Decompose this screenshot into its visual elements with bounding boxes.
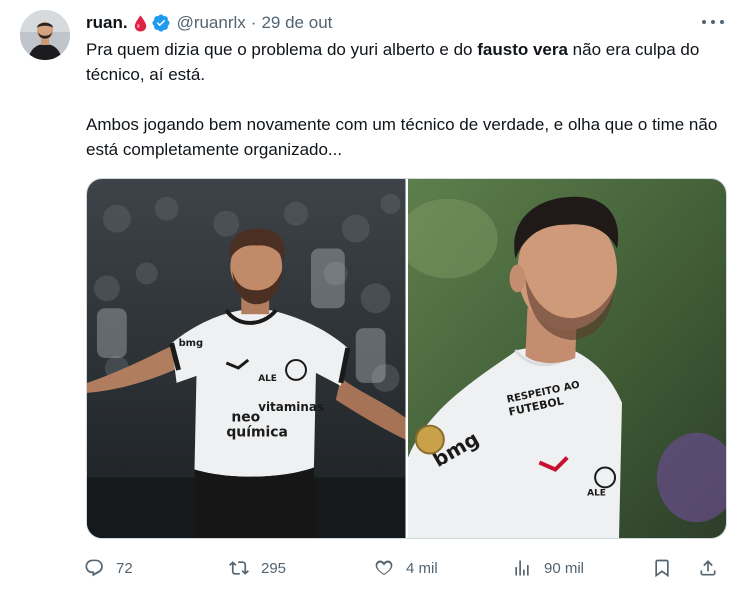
share-button[interactable]	[698, 558, 718, 578]
reply-count: 72	[116, 559, 133, 577]
tweet-paragraph-2: Ambos jogando bem novamente com um técni…	[86, 115, 718, 159]
verified-icon[interactable]	[151, 13, 171, 33]
retweet-icon	[229, 561, 249, 575]
views-button[interactable]: 90 mil	[512, 558, 652, 578]
shirt-sponsor-3: química	[226, 425, 288, 441]
shirt-sponsor-2: neo	[231, 410, 260, 426]
more-icon[interactable]	[702, 14, 724, 30]
views-icon	[515, 560, 529, 576]
tweet-text: Pra quem dizia que o problema do yuri al…	[86, 37, 726, 162]
tweet: ruan. @ruanrlx · 29 de out Pra quem dizi…	[0, 0, 742, 590]
bookmark-icon	[655, 559, 669, 578]
text-bold: fausto vera	[477, 40, 568, 59]
bookmark-button[interactable]	[652, 558, 698, 578]
like-button[interactable]: 4 mil	[374, 558, 512, 578]
retweet-button[interactable]: 295	[229, 558, 374, 578]
tweet-header: ruan. @ruanrlx · 29 de out	[86, 11, 646, 35]
tweet-paragraph-1: Pra quem dizia que o problema do yuri al…	[86, 37, 726, 87]
blood-drop-icon	[134, 15, 147, 32]
separator-dot: ·	[250, 13, 257, 32]
views-count: 90 mil	[544, 559, 585, 577]
shirt-sponsor-1: vitaminas	[258, 400, 324, 414]
share-icon	[700, 560, 716, 576]
text-part: Pra quem dizia que o problema do yuri al…	[86, 40, 478, 59]
retweet-count: 295	[261, 559, 287, 577]
author-name[interactable]: ruan.	[86, 13, 128, 33]
photo-right[interactable]: RESPEITO AO FUTEBOL bmg ALE	[407, 179, 726, 538]
like-count: 4 mil	[406, 559, 438, 577]
photo-left[interactable]: vitaminas neo química bmg ALE	[87, 179, 406, 538]
avatar[interactable]	[20, 10, 70, 60]
reply-icon	[85, 559, 103, 577]
chest-logo: ALE	[587, 488, 606, 498]
reply-button[interactable]: 72	[84, 558, 229, 578]
tweet-date[interactable]: 29 de out	[261, 13, 332, 33]
author-handle[interactable]: @ruanrlx	[177, 13, 246, 33]
tweet-media: vitaminas neo química bmg ALE RESPEITO A…	[86, 178, 727, 539]
sleeve-logo: bmg	[179, 338, 204, 349]
like-icon	[375, 560, 393, 576]
chest-logo: ALE	[258, 374, 277, 384]
tweet-actions: 72 295 4 mil 90 mil	[84, 556, 729, 580]
